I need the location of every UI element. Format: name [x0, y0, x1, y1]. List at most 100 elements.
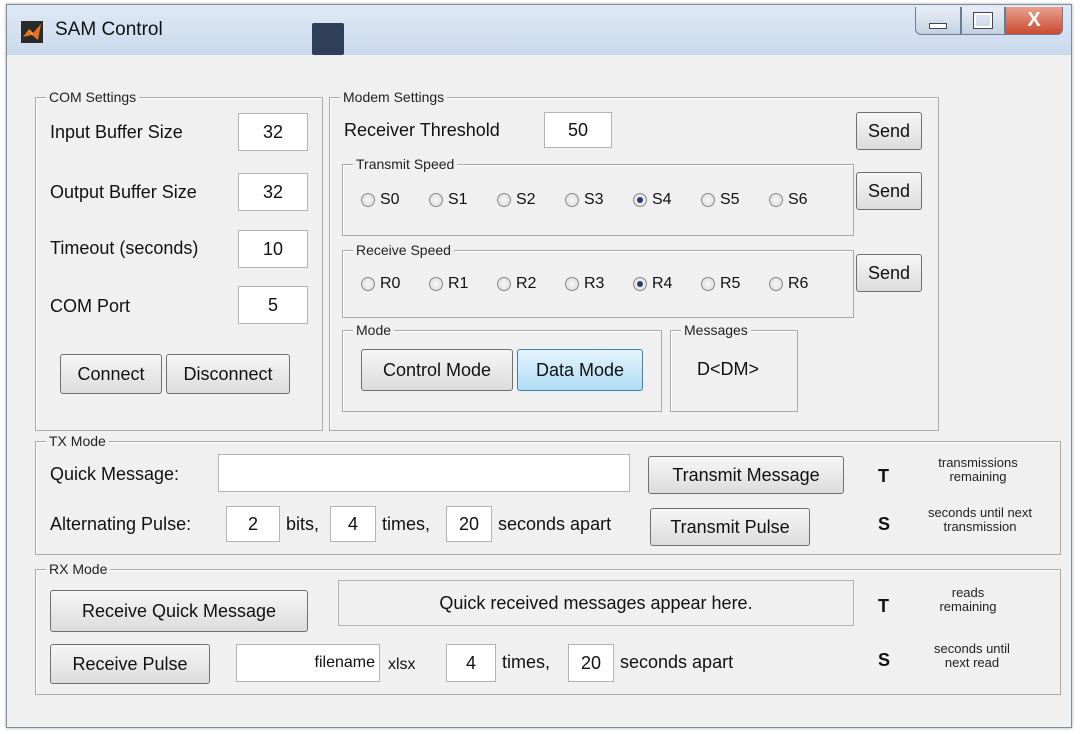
close-icon: X — [1027, 9, 1041, 31]
radio-r0[interactable]: R0 — [361, 275, 400, 293]
radio-button-icon — [497, 193, 511, 207]
tx-mode-legend: TX Mode — [46, 433, 109, 449]
quick-message-label: Quick Message: — [50, 464, 180, 484]
radio-r5[interactable]: R5 — [701, 275, 740, 293]
reads-remaining-indicator: T — [878, 596, 889, 616]
radio-s6[interactable]: S6 — [769, 191, 808, 209]
file-extension-label: xlsx — [388, 656, 416, 673]
receive-speed-legend: Receive Speed — [353, 242, 454, 258]
transmissions-remaining-indicator: T — [878, 466, 889, 486]
minimize-icon — [929, 22, 947, 29]
modem-settings-panel: Modem Settings Receiver Threshold 50 Sen… — [329, 89, 939, 431]
radio-r4[interactable]: R4 — [633, 275, 672, 293]
radio-s2[interactable]: S2 — [497, 191, 536, 209]
title-bar-decoration — [312, 23, 344, 55]
input-buffer-field[interactable]: 32 — [238, 113, 308, 151]
timeout-field[interactable]: 10 — [238, 230, 308, 268]
receive-speed-send-button[interactable]: Send — [856, 254, 922, 292]
maximize-button[interactable] — [961, 7, 1005, 35]
transmit-speed-send-button[interactable]: Send — [856, 172, 922, 210]
radio-button-icon — [361, 277, 375, 291]
messages-value: D<DM> — [697, 359, 760, 379]
bits-field[interactable]: 2 — [226, 506, 280, 542]
reads-remaining-label: reads remaining — [939, 585, 997, 614]
radio-button-icon — [701, 193, 715, 207]
radio-s5[interactable]: S5 — [701, 191, 740, 209]
transmit-speed-group: Transmit Speed S0 S1 S2 S3 S4 S5 S6 — [342, 156, 854, 236]
rx-times-field[interactable]: 4 — [446, 644, 496, 682]
radio-r6[interactable]: R6 — [769, 275, 808, 293]
seconds-field[interactable]: 20 — [446, 506, 492, 542]
transmit-message-button[interactable]: Transmit Message — [648, 456, 844, 494]
seconds-until-read-indicator: S — [878, 650, 891, 670]
minimize-button[interactable] — [915, 7, 961, 35]
com-port-field[interactable]: 5 — [238, 286, 308, 324]
maximize-icon — [973, 12, 993, 29]
radio-button-icon — [429, 277, 443, 291]
transmissions-remaining-label: transmissions remaining — [938, 455, 1018, 484]
bits-label: bits, — [286, 514, 320, 534]
messages-legend: Messages — [681, 322, 751, 338]
seconds-until-next-transmission-label: seconds until next transmission — [927, 505, 1033, 534]
radio-button-icon — [497, 277, 511, 291]
radio-button-icon — [701, 277, 715, 291]
radio-s4[interactable]: S4 — [633, 191, 672, 209]
radio-button-icon — [361, 193, 375, 207]
radio-s3[interactable]: S3 — [565, 191, 604, 209]
receive-pulse-button[interactable]: Receive Pulse — [50, 644, 210, 684]
com-port-label: COM Port — [50, 296, 131, 316]
connect-button[interactable]: Connect — [60, 354, 162, 394]
window-title: SAM Control — [55, 19, 163, 40]
radio-r3[interactable]: R3 — [565, 275, 604, 293]
transmit-speed-legend: Transmit Speed — [353, 156, 458, 172]
radio-s0[interactable]: S0 — [361, 191, 400, 209]
control-mode-button[interactable]: Control Mode — [361, 349, 513, 391]
receive-speed-group: Receive Speed R0 R1 R2 R3 R4 R5 R6 — [342, 242, 854, 318]
com-settings-panel: COM Settings Input Buffer Size 32 Output… — [35, 89, 323, 431]
transmit-pulse-button[interactable]: Transmit Pulse — [650, 508, 810, 546]
data-mode-button[interactable]: Data Mode — [517, 349, 643, 391]
radio-button-icon — [633, 193, 647, 207]
output-buffer-field[interactable]: 32 — [238, 173, 308, 211]
quick-received-display: Quick received messages appear here. — [338, 580, 854, 626]
disconnect-button[interactable]: Disconnect — [166, 354, 290, 394]
rx-mode-panel: RX Mode Receive Quick Message Quick rece… — [35, 561, 1061, 695]
radio-button-icon — [633, 277, 647, 291]
receive-quick-message-button[interactable]: Receive Quick Message — [50, 590, 308, 632]
matlab-icon — [21, 21, 43, 43]
rx-seconds-apart-label: seconds apart — [620, 652, 734, 672]
com-settings-legend: COM Settings — [46, 89, 140, 105]
seconds-apart-label: seconds apart — [498, 514, 612, 534]
seconds-until-indicator: S — [878, 514, 891, 534]
radio-button-icon — [769, 277, 783, 291]
rx-times-label: times, — [502, 652, 551, 672]
threshold-label: Receiver Threshold — [344, 120, 500, 140]
times-label: times, — [382, 514, 431, 534]
mode-group: Mode Control Mode Data Mode — [342, 322, 662, 412]
rx-mode-legend: RX Mode — [46, 561, 111, 577]
threshold-field[interactable]: 50 — [544, 112, 612, 148]
messages-group: Messages D<DM> — [670, 322, 798, 412]
threshold-send-button[interactable]: Send — [856, 112, 922, 150]
tx-mode-panel: TX Mode Quick Message: Transmit Message … — [35, 433, 1061, 555]
app-window: SAM Control X COM Settings Input Buffer … — [6, 4, 1072, 728]
radio-button-icon — [565, 193, 579, 207]
radio-s1[interactable]: S1 — [429, 191, 468, 209]
alternating-pulse-label: Alternating Pulse: — [50, 514, 192, 534]
radio-r2[interactable]: R2 — [497, 275, 536, 293]
input-buffer-label: Input Buffer Size — [50, 122, 183, 142]
rx-seconds-field[interactable]: 20 — [568, 644, 614, 682]
output-buffer-label: Output Buffer Size — [50, 182, 197, 202]
title-bar[interactable]: SAM Control X — [7, 5, 1071, 55]
radio-button-icon — [769, 193, 783, 207]
radio-r1[interactable]: R1 — [429, 275, 468, 293]
seconds-until-next-read-label: seconds until next read — [934, 641, 1010, 670]
close-button[interactable]: X — [1005, 7, 1063, 35]
filename-field[interactable]: filename — [236, 644, 380, 682]
quick-message-input[interactable] — [218, 454, 630, 492]
radio-button-icon — [429, 193, 443, 207]
modem-settings-legend: Modem Settings — [340, 89, 448, 105]
times-field[interactable]: 4 — [330, 506, 376, 542]
mode-legend: Mode — [353, 322, 395, 338]
radio-button-icon — [565, 277, 579, 291]
